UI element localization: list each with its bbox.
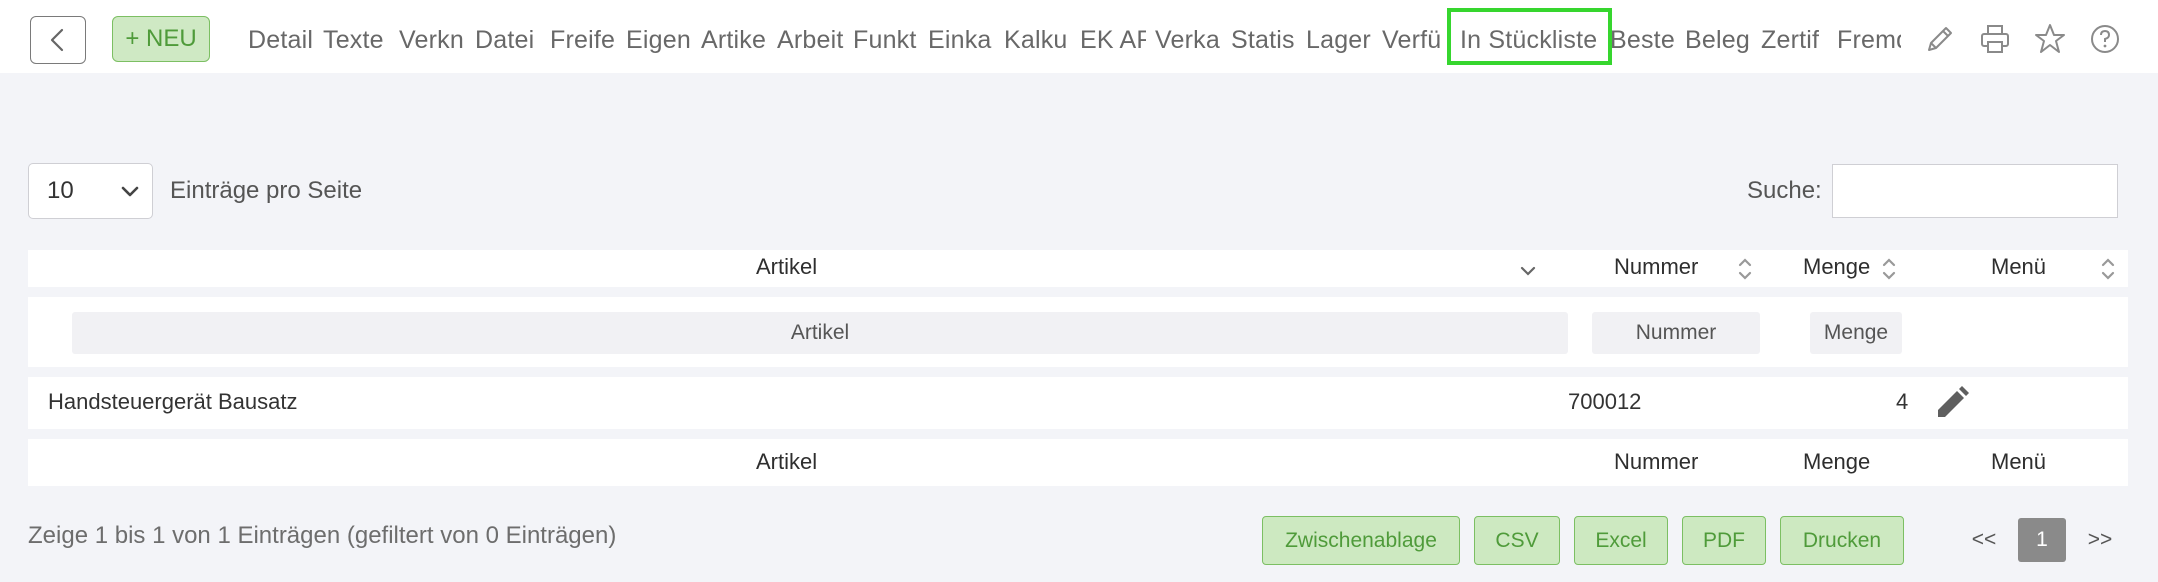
table-footer: Artikel Nummer Menge Menü	[28, 439, 2128, 486]
chevron-left-icon	[50, 28, 64, 52]
search-input[interactable]	[1832, 164, 2118, 218]
tab-freife[interactable]: Freife	[550, 18, 617, 62]
page-size-value: 10	[47, 177, 74, 204]
footer-nummer: Nummer	[1614, 449, 1699, 474]
search-label: Suche:	[1747, 177, 1822, 204]
back-button[interactable]	[30, 16, 86, 64]
tab-kalku[interactable]: Kalku	[1004, 18, 1071, 62]
print-button[interactable]: Drucken	[1780, 516, 1904, 565]
excel-button[interactable]: Excel	[1574, 516, 1668, 565]
tab-texte[interactable]: Texte	[323, 18, 391, 62]
pdf-button[interactable]: PDF	[1682, 516, 1766, 565]
filter-menge-input[interactable]: Menge	[1810, 312, 1902, 354]
tab-verka[interactable]: Verka	[1155, 18, 1223, 62]
tab-statis[interactable]: Statis	[1231, 18, 1297, 62]
tab-datei[interactable]: Datei	[475, 18, 540, 62]
tab-arbeit[interactable]: Arbeit	[777, 18, 844, 62]
filter-nummer-input[interactable]: Nummer	[1592, 312, 1760, 354]
column-header-artikel[interactable]: Artikel	[756, 254, 817, 280]
tab-zertif[interactable]: Zertif	[1761, 18, 1827, 62]
sort-icon[interactable]	[2100, 256, 2116, 282]
table-info: Zeige 1 bis 1 von 1 Einträgen (gefiltert…	[28, 522, 617, 549]
chevron-down-icon	[121, 186, 139, 197]
tab-artike[interactable]: Artike	[701, 18, 768, 62]
tab-eigen[interactable]: Eigen	[626, 18, 693, 62]
help-icon[interactable]	[2088, 22, 2122, 56]
sort-icon[interactable]	[1737, 256, 1753, 282]
entries-per-page-label: Einträge pro Seite	[170, 177, 363, 204]
footer-menue: Menü	[1991, 449, 2047, 474]
cell-artikel: Handsteuergerät Bausatz	[48, 389, 298, 414]
cell-nummer: 700012	[1568, 389, 1642, 414]
footer-menge: Menge	[1803, 449, 1871, 474]
tab-lager[interactable]: Lager	[1306, 18, 1372, 62]
sort-icon[interactable]	[1881, 256, 1897, 282]
column-header-menue[interactable]: Menü	[1991, 254, 2046, 280]
clipboard-button[interactable]: Zwischenablage	[1262, 516, 1460, 565]
footer-artikel: Artikel	[756, 449, 818, 474]
sort-desc-icon[interactable]	[1519, 262, 1537, 280]
tab-verfue[interactable]: Verfü	[1382, 18, 1446, 62]
tab-in-stueckliste[interactable]: In Stückliste	[1447, 8, 1612, 65]
edit-pencil-icon[interactable]	[1933, 384, 1971, 422]
pagination-next[interactable]: >>	[2080, 518, 2120, 562]
tab-ek-af[interactable]: EK AF	[1080, 18, 1146, 62]
tab-einka[interactable]: Einka	[928, 18, 995, 62]
pagination-page-1[interactable]: 1	[2018, 518, 2066, 562]
star-icon[interactable]	[2033, 22, 2067, 56]
tab-detail[interactable]: Detail	[248, 18, 316, 62]
table-header: Artikel Nummer Menge Menü	[28, 250, 2128, 287]
new-button[interactable]: + NEU	[112, 16, 210, 62]
cell-menge: 4	[1896, 389, 1909, 414]
top-toolbar: + NEU Detail Texte Verkn Datei Freife Ei…	[0, 0, 2158, 73]
table-row[interactable]: Handsteuergerät Bausatz 700012 4	[28, 377, 2128, 429]
column-header-menge[interactable]: Menge	[1803, 254, 1870, 280]
printer-icon[interactable]	[1978, 22, 2012, 56]
filter-artikel-input[interactable]: Artikel	[72, 312, 1568, 354]
filter-row: Artikel Nummer Menge	[28, 297, 2128, 367]
pencil-icon[interactable]	[1923, 22, 1957, 56]
csv-button[interactable]: CSV	[1474, 516, 1560, 565]
tab-verkn[interactable]: Verkn	[399, 18, 465, 62]
tab-beleg[interactable]: Beleg	[1685, 18, 1751, 62]
tab-funkt[interactable]: Funkt	[853, 18, 920, 62]
page-size-select[interactable]: 10	[28, 163, 153, 219]
tab-fremd[interactable]: Fremd	[1837, 18, 1901, 62]
tab-beste[interactable]: Beste	[1610, 18, 1676, 62]
pagination-prev[interactable]: <<	[1964, 518, 2004, 562]
column-header-nummer[interactable]: Nummer	[1614, 254, 1698, 280]
